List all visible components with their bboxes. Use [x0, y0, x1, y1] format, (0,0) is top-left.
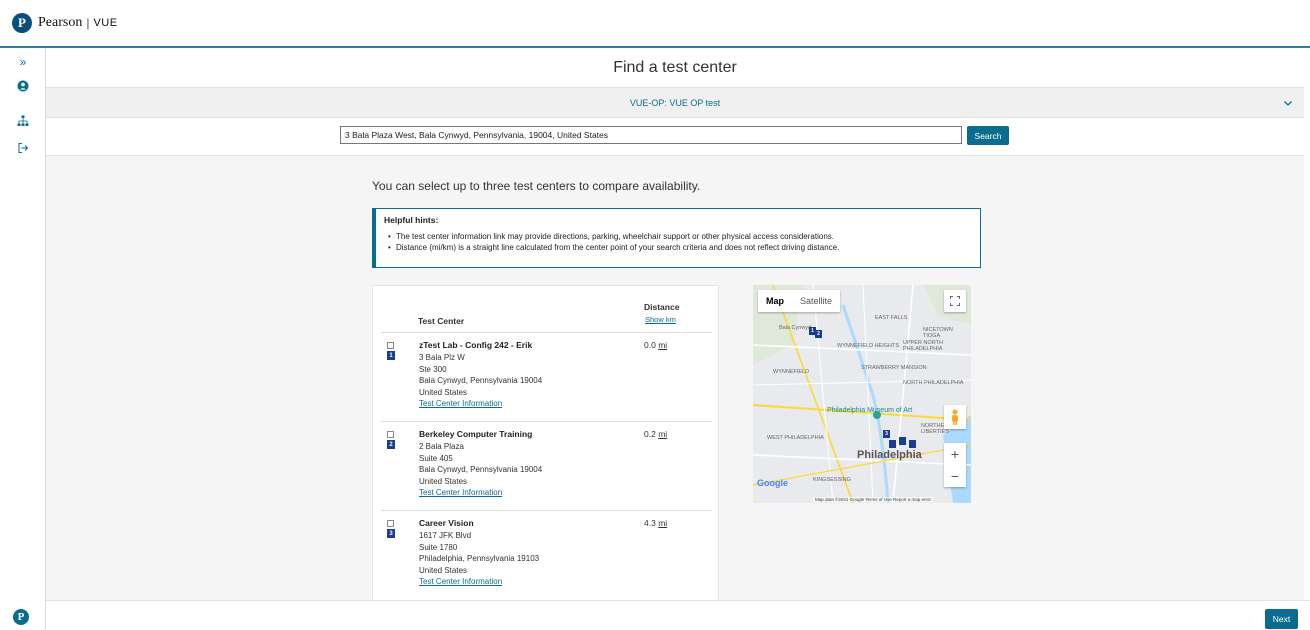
- map-tab-satellite[interactable]: Satellite: [792, 290, 840, 312]
- hints-list: The test center information link may pro…: [384, 231, 972, 253]
- test-center-address: 1617 JFK Blvd Suite 1780 Philadelphia, P…: [419, 530, 539, 588]
- address-search-input[interactable]: [340, 126, 962, 144]
- map-label: WYNNEFIELD HEIGHTS: [837, 343, 900, 349]
- address-line: United States: [419, 565, 468, 575]
- map-pin-icon: 1: [387, 351, 395, 360]
- hint-item: The test center information link may pro…: [388, 231, 972, 242]
- map-pin-icon[interactable]: 3: [883, 430, 890, 438]
- brand-name: Pearson: [38, 15, 83, 30]
- map-label: Bala Cynwyd: [779, 325, 812, 331]
- column-header-test-center: Test Center: [418, 316, 465, 326]
- test-center-address: 2 Bala Plaza Suite 405 Bala Cynwyd, Penn…: [419, 441, 542, 499]
- distance-value: 0.0 mi: [644, 340, 667, 350]
- test-center-name: Berkeley Computer Training: [419, 429, 533, 439]
- chevron-down-icon[interactable]: [1282, 97, 1294, 109]
- distance-unit: mi: [658, 429, 668, 439]
- map-pin-icon[interactable]: [909, 440, 916, 448]
- distance-number: 0.0: [644, 340, 656, 350]
- main-content: Find a test center VUE-OP: VUE OP test S…: [46, 48, 1304, 630]
- brand-product: VUE: [93, 17, 118, 29]
- map-tab-map[interactable]: Map: [758, 290, 792, 312]
- test-center-name: zTest Lab - Config 242 - Erik: [419, 340, 533, 350]
- distance-unit: mi: [658, 518, 668, 528]
- fullscreen-icon[interactable]: [944, 290, 966, 312]
- address-line: Suite 405: [419, 453, 453, 463]
- test-center-address: 3 Bala Plz W Ste 300 Bala Cynwyd, Pennsy…: [419, 352, 542, 410]
- address-line: United States: [419, 387, 468, 397]
- column-header-distance: Distance: [644, 302, 680, 312]
- zoom-out-button[interactable]: −: [944, 465, 966, 487]
- user-icon[interactable]: [0, 76, 46, 96]
- top-header: P Pearson | VUE: [0, 0, 1310, 48]
- test-center-info-link[interactable]: Test Center Information: [419, 398, 542, 410]
- map-label: NICETOWN TIOGA: [923, 327, 953, 339]
- map-pin-icon: 3: [387, 529, 395, 538]
- map-museum-label: Philadelphia Museum of Art: [827, 407, 913, 414]
- map-label: WEST PHILADELPHIA: [767, 435, 824, 441]
- map-pin-icon[interactable]: [889, 440, 896, 448]
- sitemap-icon[interactable]: [0, 111, 46, 131]
- test-center-row: 2 Berkeley Computer Training 2 Bala Plaz…: [373, 422, 718, 511]
- zoom-in-button[interactable]: +: [944, 443, 966, 465]
- map-city-label: Philadelphia: [857, 449, 922, 461]
- address-line: 1617 JFK Blvd: [419, 531, 472, 540]
- hint-item: Distance (mi/km) is a straight line calc…: [388, 242, 972, 253]
- expand-icon[interactable]: »: [0, 52, 46, 72]
- page-title: Find a test center: [46, 48, 1304, 88]
- map-label: KINGSESSING: [813, 477, 851, 483]
- pearson-bottom-logo-icon[interactable]: P: [13, 609, 29, 625]
- helpful-hints-box: Helpful hints: The test center informati…: [372, 208, 981, 268]
- street-view-pegman-icon[interactable]: [944, 405, 966, 429]
- address-line: 2 Bala Plaza: [419, 442, 464, 451]
- map-pin-icon[interactable]: 2: [815, 330, 822, 338]
- address-line: United States: [419, 476, 468, 486]
- distance-unit: mi: [658, 340, 668, 350]
- hints-title: Helpful hints:: [384, 215, 439, 225]
- map-pin-icon[interactable]: [899, 437, 906, 445]
- distance-number: 0.2: [644, 429, 656, 439]
- map-label: EAST FALLS: [875, 315, 908, 321]
- sign-out-icon[interactable]: [0, 138, 46, 158]
- map-type-tabs: Map Satellite: [758, 290, 841, 312]
- address-line: Ste 300: [419, 364, 447, 374]
- address-line: Bala Cynwyd, Pennsylvania 19004: [419, 376, 543, 385]
- map-roads: [753, 285, 971, 503]
- pearson-logo-icon: P: [12, 13, 32, 33]
- distance-number: 4.3: [644, 518, 656, 528]
- left-sidebar: »: [0, 48, 46, 630]
- address-line: Suite 1780: [419, 542, 458, 552]
- select-checkbox[interactable]: [387, 431, 394, 438]
- test-center-row: 3 Career Vision 1617 JFK Blvd Suite 1780…: [373, 511, 718, 600]
- map-label: WYNNEFIELD: [773, 369, 810, 375]
- brand-separator: |: [86, 16, 90, 30]
- map-label: STRAWBERRY MANSION: [861, 365, 927, 371]
- address-line: Bala Cynwyd, Pennsylvania 19004: [419, 465, 543, 474]
- select-checkbox[interactable]: [387, 342, 394, 349]
- intro-text: You can select up to three test centers …: [372, 179, 701, 193]
- test-center-info-link[interactable]: Test Center Information: [419, 487, 542, 499]
- exam-label[interactable]: VUE-OP: VUE OP test: [630, 98, 720, 108]
- map-zoom-controls: + −: [944, 443, 966, 487]
- address-line: 3 Bala Plz W: [419, 353, 465, 362]
- map-pin-icon: 2: [387, 440, 395, 449]
- select-checkbox[interactable]: [387, 520, 394, 527]
- next-button[interactable]: Next: [1265, 609, 1298, 629]
- google-logo: Google: [757, 478, 788, 488]
- test-center-row: 1 zTest Lab - Config 242 - Erik 3 Bala P…: [373, 333, 718, 422]
- bottom-action-bar: Next: [46, 600, 1310, 630]
- distance-value: 4.3 mi: [644, 518, 667, 528]
- search-bar: Search: [46, 118, 1304, 156]
- map-label: NORTH PHILADELPHIA: [903, 380, 964, 386]
- show-km-link[interactable]: Show km: [645, 315, 676, 324]
- test-center-map[interactable]: Bala Cynwyd EAST FALLS NICETOWN TIOGA UP…: [753, 285, 971, 503]
- map-footer: Map data ©2021 Google Terms of Use Repor…: [813, 497, 934, 502]
- exam-selector[interactable]: VUE-OP: VUE OP test: [46, 88, 1304, 118]
- search-button[interactable]: Search: [967, 126, 1009, 145]
- test-center-list: Test Center Distance Show km 1 zTest Lab…: [372, 285, 719, 603]
- test-center-info-link[interactable]: Test Center Information: [419, 576, 539, 588]
- address-line: Philadelphia, Pennsylvania 19103: [419, 554, 540, 563]
- test-center-name: Career Vision: [419, 518, 474, 528]
- map-label: UPPER NORTH PHILADELPHIA: [903, 340, 943, 352]
- distance-value: 0.2 mi: [644, 429, 667, 439]
